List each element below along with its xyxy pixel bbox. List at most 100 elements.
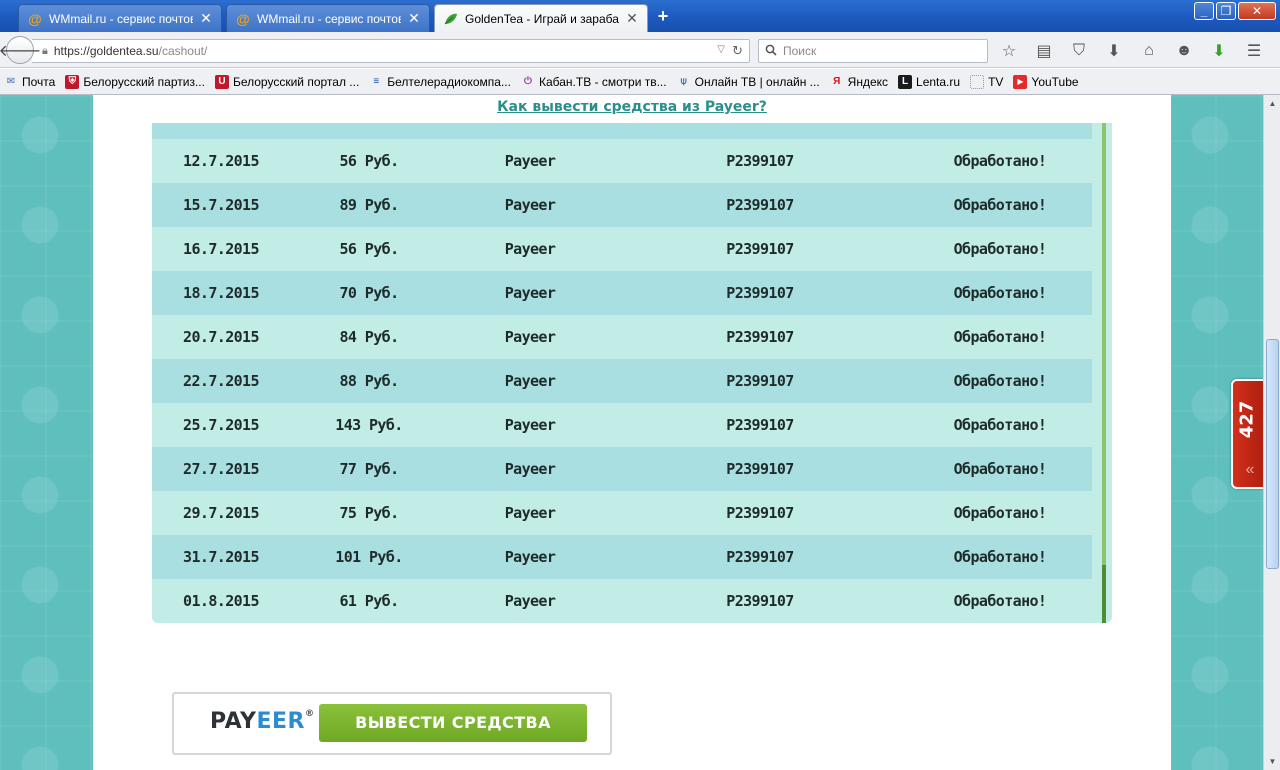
close-tab-icon[interactable]: ✕ [625, 10, 639, 26]
new-tab-button[interactable]: + [652, 6, 674, 26]
payout-status: Обработано! [953, 152, 1047, 170]
menu-hamburger-icon[interactable]: ☰ [1243, 40, 1265, 62]
navigation-toolbar: 🔒︎ https://goldentea.su/cashout/ ▽ ↻ 🡐 П… [0, 32, 1280, 68]
reading-list-icon[interactable]: ▤ [1033, 40, 1055, 62]
payout-account: P2399107 [726, 196, 794, 214]
table-row: 22.7.2015 88 Руб. Payeer P2399107 Обработано… [152, 359, 1092, 403]
payout-account: P2399107 [726, 416, 794, 434]
bookmark-label: Яндекс [847, 74, 889, 89]
bookmark-label: Кабан.ТВ - смотри тв... [538, 74, 667, 89]
payout-account: P2399107 [726, 284, 794, 302]
payout-system: Payeer [504, 416, 556, 434]
leaf-icon [443, 11, 459, 27]
payout-date: 20.7.2015 [183, 328, 259, 346]
downloads-icon[interactable]: ⬇ [1103, 40, 1125, 62]
payout-account: P2399107 [726, 548, 794, 566]
table-row: 31.7.2015 101 Руб. Payeer P2399107 Обработан… [152, 535, 1092, 579]
table-row-partial [152, 123, 1092, 139]
payout-amount: 56 Руб. [339, 240, 399, 258]
payout-amount: 101 Руб. [335, 548, 403, 566]
side-counter: 427 [1236, 400, 1258, 439]
home-icon[interactable]: ⌂ [1138, 40, 1160, 62]
payout-system: Payeer [504, 152, 556, 170]
at-icon: @ [28, 10, 42, 27]
bookmark-item[interactable]: ✉ Почта [4, 75, 56, 89]
side-counter-widget[interactable]: 427 « [1231, 379, 1263, 489]
close-window-button[interactable]: ✕ [1238, 2, 1276, 20]
payout-amount: 75 Руб. [339, 504, 399, 522]
scroll-down-icon[interactable]: ▼ [1265, 754, 1280, 769]
payout-system: Payeer [504, 548, 556, 566]
close-tab-icon[interactable]: ✕ [407, 10, 421, 26]
payout-system: Payeer [504, 328, 556, 346]
close-tab-icon[interactable]: ✕ [199, 10, 213, 26]
payout-account: P2399107 [726, 328, 794, 346]
tv-antenna-icon: ⍦ [680, 76, 687, 87]
folder-dotted-icon [970, 74, 985, 89]
payout-system: Payeer [504, 504, 556, 522]
payeer-logo: PAYEER® [210, 709, 314, 734]
payout-status: Обработано! [953, 504, 1047, 522]
bookmark-item[interactable]: L Lenta.ru [898, 74, 960, 89]
table-row: 18.7.2015 70 Руб. Payeer P2399107 Обработано… [152, 271, 1092, 315]
registered-mark: ® [304, 709, 315, 719]
table-row: 25.7.2015 143 Руб. Payeer P2399107 Обработан… [152, 403, 1092, 447]
restore-button[interactable]: ❐ [1216, 2, 1236, 20]
scroll-up-icon[interactable]: ▲ [1265, 96, 1280, 111]
search-placeholder: Поиск [783, 44, 817, 58]
payout-status: Обработано! [953, 196, 1047, 214]
payout-account: P2399107 [726, 240, 794, 258]
search-input[interactable]: Поиск [758, 39, 988, 63]
withdraw-funds-button[interactable]: ВЫВЕСТИ СРЕДСТВА [319, 704, 587, 742]
back-button[interactable]: 🡐 [0, 36, 41, 64]
tab-title: WMmail.ru - сервис почтовы... [257, 11, 401, 26]
bookmark-folder[interactable]: TV [970, 74, 1004, 89]
minimize-button[interactable]: _ [1194, 2, 1214, 20]
address-bar[interactable]: 🔒︎ https://goldentea.su/cashout/ ▽ ↻ [32, 39, 750, 63]
payout-account: P2399107 [726, 504, 794, 522]
payout-date: 31.7.2015 [183, 548, 259, 566]
payout-system: Payeer [504, 592, 556, 610]
table-row: 01.8.2015 61 Руб. Payeer P2399107 Обработано… [152, 579, 1092, 623]
hello-chat-icon[interactable]: ☻ [1173, 40, 1195, 62]
bookmark-item[interactable]: ≡ Белтелерадиокомпа... [369, 75, 511, 89]
browser-tab-active[interactable]: GoldenTea - Играй и зараба... ✕ [434, 4, 648, 32]
payeer-help-link[interactable]: Как вывести средства из Payeer? [93, 99, 1171, 115]
payout-date: 25.7.2015 [183, 416, 259, 434]
history-dropdown-icon[interactable]: ▽ [717, 44, 725, 55]
bookmark-item[interactable]: U Белорусский портал ... [214, 74, 359, 89]
page-scrollbar[interactable]: ▲ ▼ [1263, 95, 1280, 770]
bookmark-item[interactable]: ⏻ Кабан.ТВ - смотри тв... [521, 75, 667, 89]
payout-amount: 61 Руб. [339, 592, 399, 610]
payout-account: P2399107 [726, 372, 794, 390]
payeer-logo-eer: EER [256, 709, 305, 734]
browser-tab-strip: @ WMmail.ru - сервис почтовы... ✕ @ WMma… [0, 0, 1280, 32]
payout-system: Payeer [504, 460, 556, 478]
expand-arrow-icon: « [1245, 461, 1255, 478]
payout-status: Обработано! [953, 284, 1047, 302]
bookmark-label: YouTube [1031, 74, 1079, 89]
url-text[interactable]: https://goldentea.su/cashout/ [54, 44, 207, 58]
table-row: 27.7.2015 77 Руб. Payeer P2399107 Обработано… [152, 447, 1092, 491]
bookmark-star-icon[interactable]: ☆ [998, 40, 1020, 62]
payout-system: Payeer [504, 196, 556, 214]
table-scrollbar-thumb[interactable] [1102, 565, 1106, 623]
btrc-icon: ≡ [373, 76, 380, 87]
bookmark-item[interactable]: Я Яндекс [830, 75, 888, 89]
payeer-withdraw-panel: PAYEER® ВЫВЕСТИ СРЕДСТВА [172, 692, 612, 755]
table-row: 20.7.2015 84 Руб. Payeer P2399107 Обработано… [152, 315, 1092, 359]
bookmark-item[interactable]: ⍦ Онлайн ТВ | онлайн ... [677, 75, 820, 89]
table-scrollbar-track[interactable] [1102, 123, 1106, 623]
bookmark-item[interactable]: ▶ YouTube [1013, 74, 1079, 89]
reload-icon[interactable]: ↻ [732, 43, 743, 59]
payout-amount: 77 Руб. [339, 460, 399, 478]
payout-status: Обработано! [953, 240, 1047, 258]
lock-icon[interactable]: 🔒︎ [42, 45, 48, 58]
browser-tab[interactable]: @ WMmail.ru - сервис почтовы... ✕ [18, 4, 222, 32]
browser-tab[interactable]: @ WMmail.ru - сервис почтовы... ✕ [226, 4, 430, 32]
bookmark-item[interactable]: ⛨ Белорусский партиз... [65, 74, 205, 89]
pocket-icon[interactable]: ⛉ [1068, 40, 1090, 62]
bookmark-label: TV [988, 74, 1004, 89]
page-scrollbar-thumb[interactable] [1266, 339, 1279, 569]
download-helper-icon[interactable]: ⬇ [1208, 40, 1230, 62]
